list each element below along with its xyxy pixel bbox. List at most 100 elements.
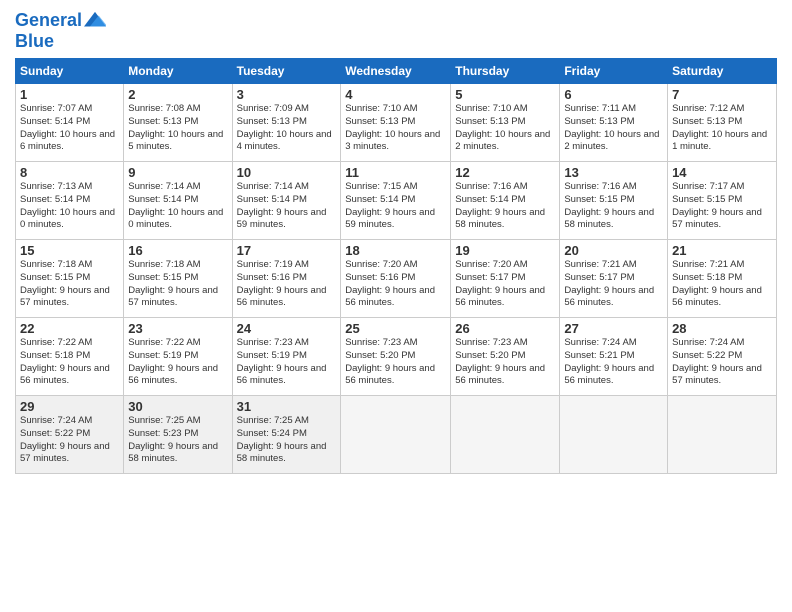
day-number: 10 — [237, 165, 337, 180]
day-header-wednesday: Wednesday — [341, 59, 451, 84]
calendar-cell: 23Sunrise: 7:22 AMSunset: 5:19 PMDayligh… — [124, 318, 232, 396]
day-info: Sunrise: 7:24 AMSunset: 5:22 PMDaylight:… — [20, 415, 119, 466]
calendar-cell — [451, 396, 560, 474]
day-number: 16 — [128, 243, 227, 258]
week-row-4: 22Sunrise: 7:22 AMSunset: 5:18 PMDayligh… — [16, 318, 777, 396]
day-number: 31 — [237, 399, 337, 414]
day-number: 25 — [345, 321, 446, 336]
calendar-cell: 4Sunrise: 7:10 AMSunset: 5:13 PMDaylight… — [341, 84, 451, 162]
calendar-cell: 9Sunrise: 7:14 AMSunset: 5:14 PMDaylight… — [124, 162, 232, 240]
day-info: Sunrise: 7:21 AMSunset: 5:18 PMDaylight:… — [672, 259, 772, 310]
logo-text: General — [15, 11, 82, 31]
day-info: Sunrise: 7:22 AMSunset: 5:18 PMDaylight:… — [20, 337, 119, 388]
logo-icon — [84, 10, 106, 32]
calendar-header-row: SundayMondayTuesdayWednesdayThursdayFrid… — [16, 59, 777, 84]
calendar-cell: 11Sunrise: 7:15 AMSunset: 5:14 PMDayligh… — [341, 162, 451, 240]
day-number: 15 — [20, 243, 119, 258]
day-info: Sunrise: 7:20 AMSunset: 5:16 PMDaylight:… — [345, 259, 446, 310]
day-info: Sunrise: 7:07 AMSunset: 5:14 PMDaylight:… — [20, 103, 119, 154]
calendar-cell: 30Sunrise: 7:25 AMSunset: 5:23 PMDayligh… — [124, 396, 232, 474]
day-info: Sunrise: 7:11 AMSunset: 5:13 PMDaylight:… — [564, 103, 663, 154]
logo-blue: Blue — [15, 32, 106, 50]
day-number: 3 — [237, 87, 337, 102]
day-info: Sunrise: 7:10 AMSunset: 5:13 PMDaylight:… — [345, 103, 446, 154]
day-info: Sunrise: 7:22 AMSunset: 5:19 PMDaylight:… — [128, 337, 227, 388]
calendar-cell: 15Sunrise: 7:18 AMSunset: 5:15 PMDayligh… — [16, 240, 124, 318]
calendar-cell: 22Sunrise: 7:22 AMSunset: 5:18 PMDayligh… — [16, 318, 124, 396]
day-number: 9 — [128, 165, 227, 180]
day-info: Sunrise: 7:16 AMSunset: 5:15 PMDaylight:… — [564, 181, 663, 232]
day-number: 26 — [455, 321, 555, 336]
day-number: 23 — [128, 321, 227, 336]
day-info: Sunrise: 7:10 AMSunset: 5:13 PMDaylight:… — [455, 103, 555, 154]
calendar-cell: 17Sunrise: 7:19 AMSunset: 5:16 PMDayligh… — [232, 240, 341, 318]
page: General Blue SundayMondayTuesdayWednesda… — [0, 0, 792, 612]
week-row-3: 15 Sunrise: 7:18 AMSunset: 5:15 PMDayligh… — [16, 240, 777, 318]
day-number: 24 — [237, 321, 337, 336]
calendar-cell: 14Sunrise: 7:17 AMSunset: 5:15 PMDayligh… — [668, 162, 777, 240]
day-header-monday: Monday — [124, 59, 232, 84]
day-number: 8 — [20, 165, 119, 180]
day-number: 14 — [672, 165, 772, 180]
day-info: Sunrise: 7:24 AMSunset: 5:22 PMDaylight:… — [672, 337, 772, 388]
day-number: 1 — [20, 87, 119, 102]
calendar-cell: 20Sunrise: 7:21 AMSunset: 5:17 PMDayligh… — [560, 240, 668, 318]
calendar-cell — [560, 396, 668, 474]
week-row-2: 8Sunrise: 7:13 AMSunset: 5:14 PMDaylight… — [16, 162, 777, 240]
calendar-cell: 26Sunrise: 7:23 AMSunset: 5:20 PMDayligh… — [451, 318, 560, 396]
day-info: Sunrise: 7:13 AMSunset: 5:14 PMDaylight:… — [20, 181, 119, 232]
day-number: 12 — [455, 165, 555, 180]
day-number: 29 — [20, 399, 119, 414]
day-info: Sunrise: 7:18 AMSunset: 5:15 PMDaylight:… — [128, 259, 227, 310]
calendar-cell: 1Sunrise: 7:07 AMSunset: 5:14 PMDaylight… — [16, 84, 124, 162]
calendar-cell: 7Sunrise: 7:12 AMSunset: 5:13 PMDaylight… — [668, 84, 777, 162]
day-info: Sunrise: 7:14 AMSunset: 5:14 PMDaylight:… — [237, 181, 337, 232]
day-number: 22 — [20, 321, 119, 336]
day-number: 30 — [128, 399, 227, 414]
day-header-saturday: Saturday — [668, 59, 777, 84]
day-info: Sunrise: 7:09 AMSunset: 5:13 PMDaylight:… — [237, 103, 337, 154]
day-info: Sunrise: 7:19 AMSunset: 5:16 PMDaylight:… — [237, 259, 337, 310]
day-info: Sunrise: 7:23 AMSunset: 5:20 PMDaylight:… — [345, 337, 446, 388]
calendar-cell: 16Sunrise: 7:18 AMSunset: 5:15 PMDayligh… — [124, 240, 232, 318]
day-number: 27 — [564, 321, 663, 336]
day-info: Sunrise: 7:12 AMSunset: 5:13 PMDaylight:… — [672, 103, 772, 154]
day-number: 19 — [455, 243, 555, 258]
day-header-sunday: Sunday — [16, 59, 124, 84]
day-info: Sunrise: 7:21 AMSunset: 5:17 PMDaylight:… — [564, 259, 663, 310]
day-info: Sunrise: 7:23 AMSunset: 5:19 PMDaylight:… — [237, 337, 337, 388]
header: General Blue — [15, 10, 777, 50]
calendar-cell: 29Sunrise: 7:24 AMSunset: 5:22 PMDayligh… — [16, 396, 124, 474]
calendar-cell: 5Sunrise: 7:10 AMSunset: 5:13 PMDaylight… — [451, 84, 560, 162]
day-info: Sunrise: 7:20 AMSunset: 5:17 PMDaylight:… — [455, 259, 555, 310]
day-number: 4 — [345, 87, 446, 102]
calendar-cell: 18Sunrise: 7:20 AMSunset: 5:16 PMDayligh… — [341, 240, 451, 318]
day-info: Sunrise: 7:08 AMSunset: 5:13 PMDaylight:… — [128, 103, 227, 154]
calendar-cell: 10Sunrise: 7:14 AMSunset: 5:14 PMDayligh… — [232, 162, 341, 240]
calendar-cell: 27Sunrise: 7:24 AMSunset: 5:21 PMDayligh… — [560, 318, 668, 396]
calendar-cell — [668, 396, 777, 474]
calendar-cell: 8Sunrise: 7:13 AMSunset: 5:14 PMDaylight… — [16, 162, 124, 240]
calendar-cell: 25Sunrise: 7:23 AMSunset: 5:20 PMDayligh… — [341, 318, 451, 396]
day-info: Sunrise: 7:15 AMSunset: 5:14 PMDaylight:… — [345, 181, 446, 232]
day-number: 20 — [564, 243, 663, 258]
day-number: 2 — [128, 87, 227, 102]
day-number: 18 — [345, 243, 446, 258]
day-number: 28 — [672, 321, 772, 336]
day-number: 17 — [237, 243, 337, 258]
calendar-cell: 12Sunrise: 7:16 AMSunset: 5:14 PMDayligh… — [451, 162, 560, 240]
day-info: Sunrise: 7:25 AMSunset: 5:24 PMDaylight:… — [237, 415, 337, 466]
calendar-cell: 24Sunrise: 7:23 AMSunset: 5:19 PMDayligh… — [232, 318, 341, 396]
day-header-friday: Friday — [560, 59, 668, 84]
day-info: Sunrise: 7:16 AMSunset: 5:14 PMDaylight:… — [455, 181, 555, 232]
calendar-cell: 31Sunrise: 7:25 AMSunset: 5:24 PMDayligh… — [232, 396, 341, 474]
calendar-table: SundayMondayTuesdayWednesdayThursdayFrid… — [15, 58, 777, 474]
day-header-thursday: Thursday — [451, 59, 560, 84]
week-row-1: 1Sunrise: 7:07 AMSunset: 5:14 PMDaylight… — [16, 84, 777, 162]
day-number: 11 — [345, 165, 446, 180]
calendar-cell — [341, 396, 451, 474]
calendar-cell: 2Sunrise: 7:08 AMSunset: 5:13 PMDaylight… — [124, 84, 232, 162]
day-number: 6 — [564, 87, 663, 102]
week-row-5: 29Sunrise: 7:24 AMSunset: 5:22 PMDayligh… — [16, 396, 777, 474]
day-number: 5 — [455, 87, 555, 102]
